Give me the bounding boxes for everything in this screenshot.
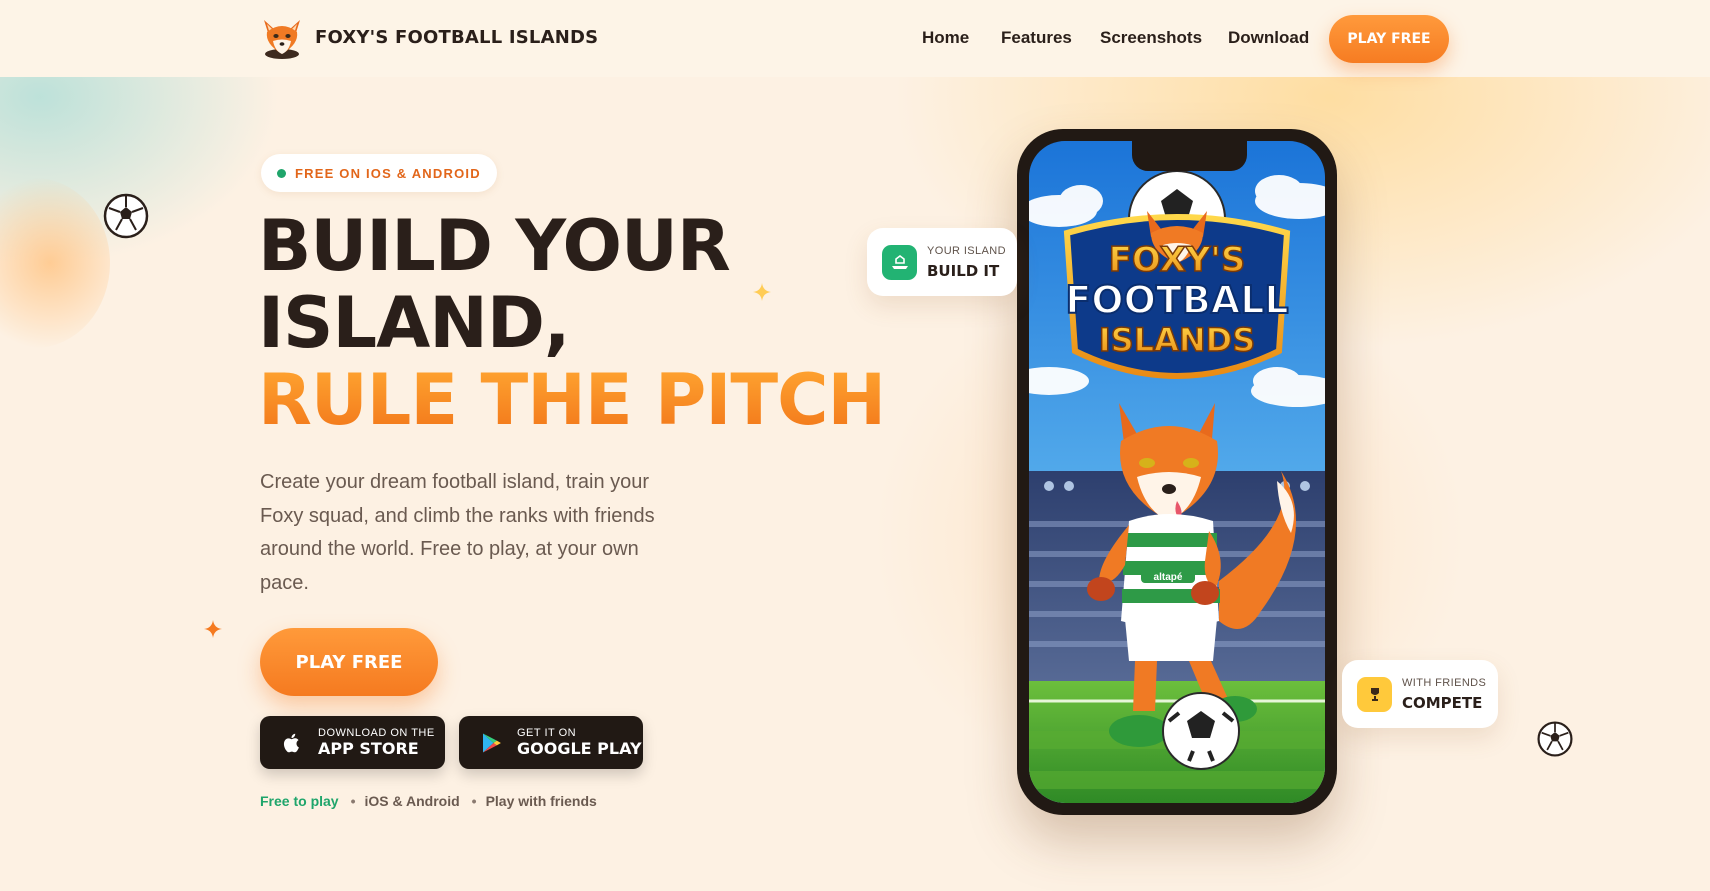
build-card-big: BUILD IT: [927, 261, 1000, 280]
google-play-small-label: GET IT ON: [517, 727, 577, 739]
logo-line-1: FOXY'S: [1109, 240, 1246, 280]
nav-link-home[interactable]: Home: [922, 28, 969, 48]
meta-platforms: iOS & Android: [364, 793, 460, 809]
nav-link-download[interactable]: Download: [1228, 28, 1309, 48]
logo-line-2: FOOTBALL: [1065, 278, 1288, 322]
island-icon: [882, 244, 917, 280]
logo-line-3: ISLANDS: [1099, 321, 1256, 359]
soccer-ball-outline-icon: [103, 193, 149, 239]
hero-background: [0, 77, 1710, 891]
hero-title-line-2: ISLAND,: [258, 282, 571, 364]
game-screenshot: FOXY'S FOOTBALL ISLANDS altapé: [1029, 141, 1325, 803]
google-play-text: GET IT ON GOOGLE PLAY: [517, 728, 642, 757]
trophy-icon: [1357, 676, 1392, 712]
apple-icon: [283, 733, 299, 752]
nav-link-screenshots[interactable]: Screenshots: [1100, 28, 1202, 48]
app-store-big-label: APP STORE: [318, 739, 419, 758]
meta-separator: •: [471, 793, 477, 809]
meta-free-to-play: Free to play: [260, 793, 339, 809]
google-play-button[interactable]: GET IT ON GOOGLE PLAY: [459, 716, 643, 769]
meta-separator: •: [350, 793, 356, 809]
build-it-card: YOUR ISLAND BUILD IT: [867, 228, 1017, 296]
game-key-art: FOXY'S FOOTBALL ISLANDS altapé: [1029, 141, 1325, 803]
phone-mockup: FOXY'S FOOTBALL ISLANDS altapé: [1017, 129, 1337, 815]
brand-home-link[interactable]: FOXY'S FOOTBALL ISLANDS: [259, 14, 598, 60]
sparkle-icon: [753, 283, 771, 301]
hero-title-line-1: BUILD YOUR: [258, 205, 731, 287]
top-navbar: FOXY'S FOOTBALL ISLANDS Home Features Sc…: [0, 0, 1710, 77]
status-dot: [277, 168, 286, 178]
app-store-small-label: DOWNLOAD ON THE: [318, 727, 435, 739]
hero-title-line-3: RULE THE PITCH: [258, 359, 886, 441]
nav-link-features[interactable]: Features: [1001, 28, 1072, 48]
compete-card-small: WITH FRIENDS: [1402, 676, 1487, 689]
google-play-icon: [483, 733, 501, 752]
phone-notch: [1132, 141, 1247, 171]
platform-badge-label: FREE ON IOS & ANDROID: [295, 165, 481, 181]
compete-card: WITH FRIENDS COMPETE: [1342, 660, 1498, 728]
build-card-small: YOUR ISLAND: [927, 244, 1006, 257]
platform-badge: FREE ON IOS & ANDROID: [261, 154, 497, 192]
hero-description: Create your dream football island, train…: [260, 471, 655, 594]
nav-play-free-button[interactable]: PLAY FREE: [1329, 15, 1449, 63]
fox-logo-icon: [264, 20, 300, 59]
meta-play-with-friends: Play with friends: [485, 793, 597, 809]
sparkle-icon: [204, 620, 222, 638]
app-store-text: DOWNLOAD ON THE APP STORE: [318, 728, 435, 757]
google-play-big-label: GOOGLE PLAY: [517, 739, 642, 758]
hero-play-free-button[interactable]: PLAY FREE: [260, 628, 438, 696]
compete-card-big: COMPETE: [1402, 693, 1483, 712]
app-store-button[interactable]: DOWNLOAD ON THE APP STORE: [260, 716, 445, 769]
feature-meta-row: Free to play • iOS & Android • Play with…: [260, 793, 597, 809]
jersey-sponsor: altapé: [1154, 572, 1183, 583]
soccer-ball-outline-icon: [1537, 721, 1573, 757]
brand-name: FOXY'S FOOTBALL ISLANDS: [315, 26, 599, 48]
